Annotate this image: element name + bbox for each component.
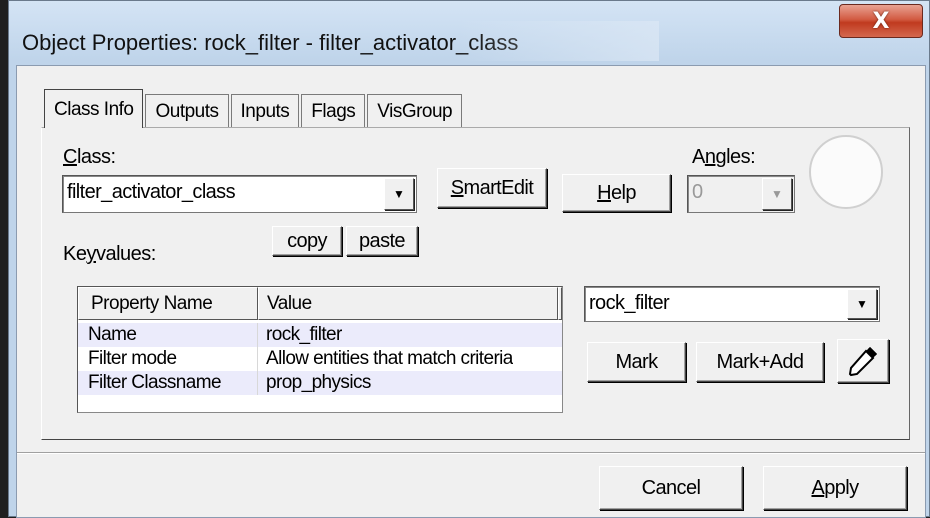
angles-combobox[interactable]: 0 ▼ bbox=[687, 175, 795, 213]
mark-add-button[interactable]: Mark+Add bbox=[696, 342, 824, 382]
column-header-filler bbox=[558, 287, 562, 320]
tab-class-info[interactable]: Class Info bbox=[44, 89, 144, 128]
table-row[interactable]: Name rock_filter bbox=[78, 323, 562, 347]
grid-header: Property Name Value bbox=[78, 287, 562, 320]
row-value: Allow entities that match criteria bbox=[266, 348, 513, 369]
table-row[interactable]: Filter Classname prop_physics bbox=[78, 371, 562, 395]
chevron-down-icon[interactable]: ▼ bbox=[847, 289, 877, 319]
table-row[interactable]: Filter mode Allow entities that match cr… bbox=[78, 347, 562, 371]
title-bar[interactable]: Object Properties: rock_filter - filter_… bbox=[9, 1, 929, 65]
tab-strip: Class Info Outputs Inputs Flags VisGroup bbox=[44, 89, 464, 128]
help-button[interactable]: Help bbox=[562, 174, 671, 212]
cancel-button[interactable]: Cancel bbox=[599, 466, 743, 510]
window-title: Object Properties: rock_filter - filter_… bbox=[22, 30, 519, 55]
column-header-property-name[interactable]: Property Name bbox=[78, 287, 258, 320]
row-property-name: Filter Classname bbox=[78, 371, 258, 395]
smartedit-button[interactable]: SmartEdit bbox=[437, 168, 547, 208]
dialog-client-area: Class Info Outputs Inputs Flags VisGroup… bbox=[16, 65, 926, 518]
title-glass-highlight bbox=[459, 21, 659, 61]
angle-dial[interactable] bbox=[809, 135, 883, 209]
target-name-combobox[interactable]: rock_filter ▼ bbox=[584, 286, 880, 322]
row-value: rock_filter bbox=[266, 324, 342, 345]
tab-outputs[interactable]: Outputs bbox=[145, 94, 229, 128]
chevron-down-icon[interactable]: ▼ bbox=[384, 178, 414, 210]
chevron-down-icon[interactable]: ▼ bbox=[762, 178, 792, 210]
class-label: Class: bbox=[63, 146, 116, 168]
tab-flags[interactable]: Flags bbox=[301, 94, 366, 128]
angles-value: 0 bbox=[692, 181, 703, 203]
angles-label: Angles: bbox=[692, 146, 756, 168]
close-icon: X bbox=[872, 8, 890, 34]
keyvalues-grid[interactable]: Property Name Value Name rock_filter Fil… bbox=[77, 286, 563, 413]
eyedropper-button[interactable] bbox=[837, 339, 889, 383]
close-button[interactable]: X bbox=[839, 4, 923, 38]
target-name-value: rock_filter bbox=[589, 292, 670, 314]
column-header-value[interactable]: Value bbox=[258, 287, 558, 320]
eyedropper-icon bbox=[848, 346, 878, 377]
dialog-window: Object Properties: rock_filter - filter_… bbox=[8, 0, 930, 518]
row-value: prop_physics bbox=[266, 372, 371, 393]
class-combobox-value: filter_activator_class bbox=[67, 181, 236, 203]
row-property-name: Filter mode bbox=[78, 347, 258, 371]
paste-button[interactable]: paste bbox=[346, 226, 418, 256]
row-property-name: Name bbox=[78, 323, 258, 347]
keyvalues-label: Keyvalues: bbox=[63, 243, 156, 265]
apply-button[interactable]: Apply bbox=[763, 466, 907, 510]
mark-button[interactable]: Mark bbox=[587, 342, 686, 382]
footer-divider bbox=[17, 452, 925, 454]
tab-inputs[interactable]: Inputs bbox=[230, 94, 300, 128]
tab-visgroup[interactable]: VisGroup bbox=[367, 94, 463, 128]
class-combobox[interactable]: filter_activator_class ▼ bbox=[62, 175, 417, 213]
copy-button[interactable]: copy bbox=[272, 226, 342, 256]
